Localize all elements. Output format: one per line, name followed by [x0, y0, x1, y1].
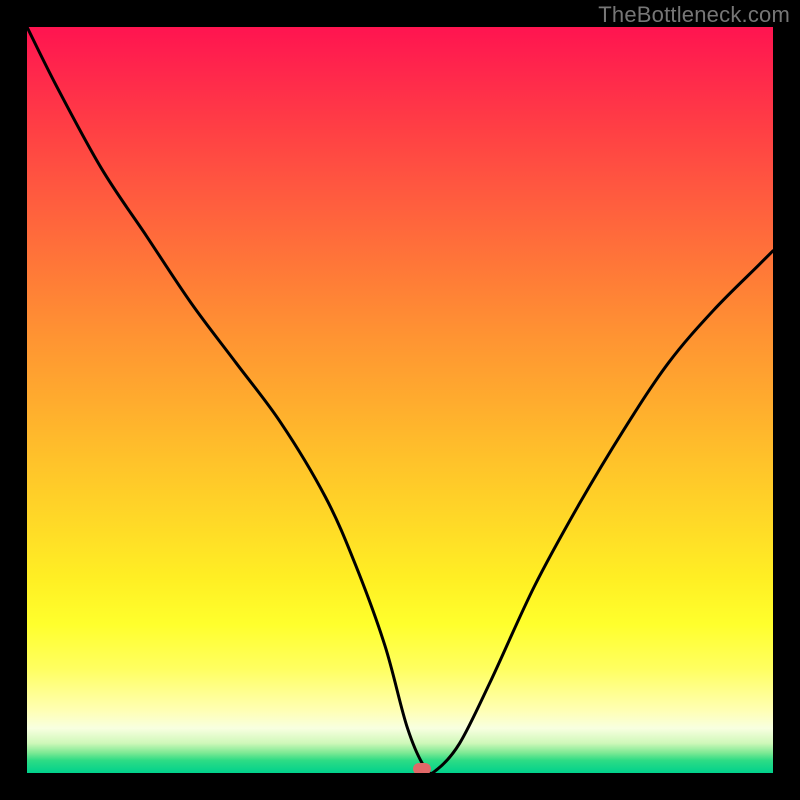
chart-frame: TheBottleneck.com	[0, 0, 800, 800]
bottleneck-curve	[27, 27, 773, 773]
curve-path	[27, 27, 773, 773]
plot-area	[27, 27, 773, 773]
watermark-text: TheBottleneck.com	[598, 2, 790, 28]
optimal-point-marker	[413, 763, 431, 773]
